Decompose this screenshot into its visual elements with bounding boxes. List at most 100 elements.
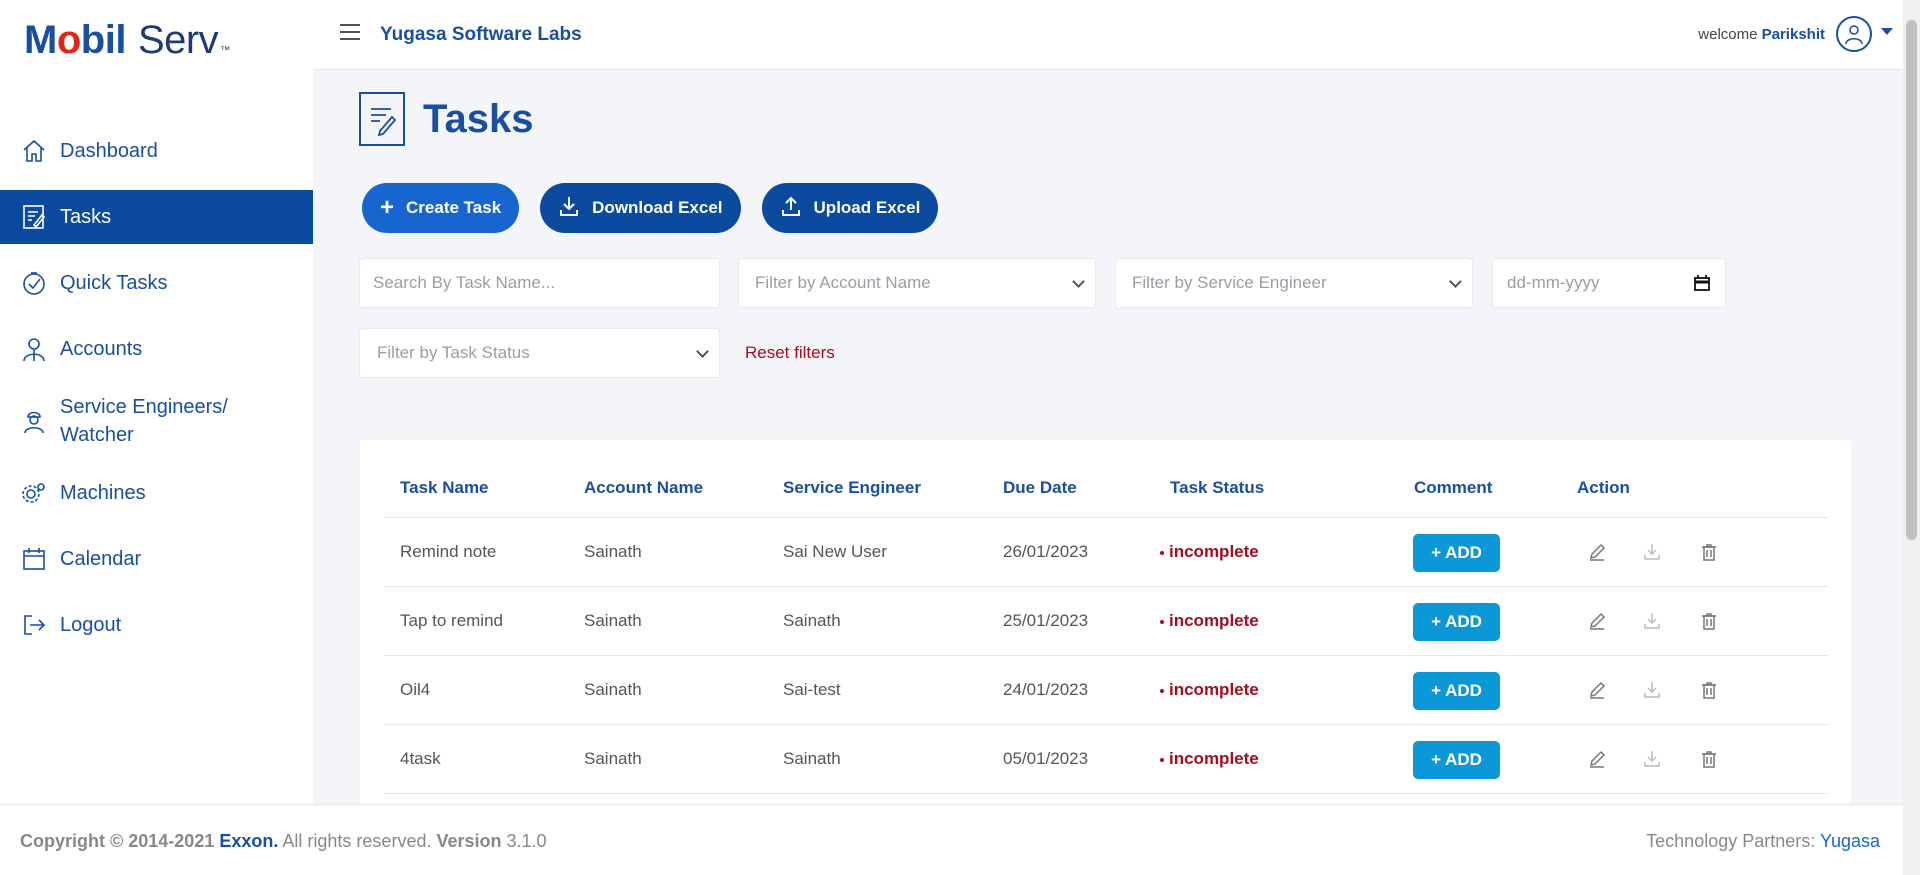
download-icon[interactable]: [1641, 541, 1663, 563]
sidebar-item-calendar[interactable]: Calendar: [0, 532, 313, 586]
sidebar-item-service-engineers[interactable]: Service Engineers/Watcher: [0, 388, 313, 454]
engineer-cell: Sai-test: [783, 680, 841, 699]
column-header-task-name[interactable]: Task Name: [400, 478, 489, 498]
column-header-due-date[interactable]: Due Date: [1003, 478, 1077, 498]
column-header-service-engineer[interactable]: Service Engineer: [783, 478, 921, 498]
partner-link[interactable]: Yugasa: [1820, 831, 1880, 851]
task-name-cell: Remind note: [400, 542, 497, 561]
download-excel-label: Download Excel: [592, 198, 723, 217]
table-row: 4task Sainath Sainath 05/01/2023 incompl…: [384, 725, 1828, 794]
add-comment-button[interactable]: + ADD: [1413, 741, 1500, 779]
add-comment-button[interactable]: + ADD: [1413, 534, 1500, 572]
footer-copyright: Copyright © 2014-2021 Exxon. All rights …: [20, 831, 547, 852]
logo-letter-m: M: [24, 18, 57, 62]
download-icon[interactable]: [1641, 679, 1663, 701]
create-task-button[interactable]: + Create Task: [362, 183, 520, 233]
user-avatar-icon[interactable]: [1836, 16, 1872, 52]
user-menu-caret-icon[interactable]: [1881, 28, 1893, 35]
status-text: incomplete: [1169, 611, 1259, 630]
column-header-comment: Comment: [1414, 478, 1493, 497]
status-dot: [1160, 757, 1164, 762]
column-header-account-name[interactable]: Account Name: [584, 478, 703, 498]
machines-icon: [20, 479, 48, 507]
download-icon: [558, 195, 580, 222]
account-name-cell: Sainath: [584, 680, 642, 699]
account-filter-select[interactable]: Filter by Account Name: [738, 258, 1096, 308]
calendar-icon: [20, 545, 48, 573]
reset-filters-link[interactable]: Reset filters: [745, 343, 835, 363]
status-badge: incomplete: [1160, 680, 1259, 700]
edit-icon[interactable]: [1586, 748, 1608, 770]
delete-icon[interactable]: [1698, 610, 1720, 632]
edit-icon[interactable]: [1586, 610, 1608, 632]
table-header: Task Name Account Name Service Engineer …: [384, 478, 1828, 518]
sidebar-item-accounts[interactable]: Accounts: [0, 322, 313, 376]
download-icon[interactable]: [1641, 610, 1663, 632]
logo-tm: ™: [220, 45, 230, 56]
column-header-action: Action: [1577, 478, 1630, 497]
chevron-down-icon: [696, 345, 709, 358]
home-icon: [20, 137, 48, 165]
sidebar-item-label: Logout: [60, 614, 122, 636]
due-date-cell: 25/01/2023: [1003, 611, 1089, 630]
edit-icon[interactable]: [1586, 679, 1608, 701]
search-placeholder: Search By Task Name...: [373, 273, 556, 292]
delete-icon[interactable]: [1698, 679, 1720, 701]
sidebar-item-logout[interactable]: Logout: [0, 598, 313, 652]
copyright-text: Copyright © 2014-2021: [20, 831, 215, 851]
due-date-cell: 24/01/2023: [1003, 680, 1089, 699]
table-row: Oil4 Sainath Sai-test 24/01/2023 incompl…: [384, 656, 1828, 725]
account-name-cell: Sainath: [584, 611, 642, 630]
page-title: Tasks: [423, 96, 534, 141]
sidebar-item-tasks[interactable]: Tasks: [0, 190, 313, 244]
sidebar-item-label: Tasks: [60, 206, 112, 228]
add-comment-button[interactable]: + ADD: [1413, 603, 1500, 641]
upload-excel-button[interactable]: Upload Excel: [761, 183, 939, 233]
download-excel-button[interactable]: Download Excel: [540, 183, 741, 233]
footer-brand-link[interactable]: Exxon.: [219, 831, 278, 851]
sidebar-nav: Dashboard Tasks Quick Tasks Accounts Ser…: [0, 124, 313, 664]
logout-icon: [20, 611, 48, 639]
tasks-table-card: Task Name Account Name Service Engineer …: [360, 440, 1851, 804]
page-scrollbar[interactable]: [1903, 0, 1920, 875]
status-text: incomplete: [1169, 749, 1259, 768]
table-row: Tap to remind Sainath Sainath 25/01/2023…: [384, 587, 1828, 656]
engineer-filter-select[interactable]: Filter by Service Engineer: [1115, 258, 1473, 308]
logo-letters-bil: bil: [80, 18, 127, 62]
scrollbar-thumb[interactable]: [1906, 20, 1917, 540]
welcome-prefix: welcome: [1698, 26, 1758, 43]
due-date-input[interactable]: dd-mm-yyyy: [1492, 258, 1726, 308]
edit-icon[interactable]: [1586, 541, 1608, 563]
partners-text: Technology Partners:: [1646, 831, 1816, 851]
search-input[interactable]: Search By Task Name...: [359, 258, 720, 308]
delete-icon[interactable]: [1698, 748, 1720, 770]
status-filter-select[interactable]: Filter by Task Status: [359, 328, 720, 378]
sidebar-item-quick-tasks[interactable]: Quick Tasks: [0, 256, 313, 310]
logo-serv: Serv: [137, 18, 219, 62]
engineer-cell: Sainath: [783, 611, 841, 630]
sidebar-item-dashboard[interactable]: Dashboard: [0, 124, 313, 178]
delete-icon[interactable]: [1698, 541, 1720, 563]
column-header-task-status[interactable]: Task Status: [1170, 478, 1264, 498]
chevron-down-icon: [1449, 275, 1462, 288]
table-row: Remind note Sainath Sai New User 26/01/2…: [384, 518, 1828, 587]
task-name-cell: Oil4: [400, 680, 431, 699]
due-date-cell: 05/01/2023: [1003, 749, 1089, 768]
status-filter-value: Filter by Task Status: [377, 343, 530, 362]
status-badge: incomplete: [1160, 749, 1259, 769]
menu-toggle-icon[interactable]: [340, 24, 360, 42]
create-task-label: Create Task: [406, 198, 502, 217]
status-text: incomplete: [1169, 680, 1259, 699]
welcome-text: welcome Parikshit: [1698, 26, 1825, 43]
top-header: Yugasa Software Labs welcome Parikshit: [313, 0, 1920, 70]
upload-excel-label: Upload Excel: [813, 198, 921, 217]
download-icon[interactable]: [1641, 748, 1663, 770]
logo[interactable]: Mobil Serv ™: [24, 18, 230, 68]
sidebar-item-machines[interactable]: Machines: [0, 466, 313, 520]
sidebar-item-label-line1: Service Engineers/: [60, 396, 228, 418]
status-dot: [1160, 619, 1164, 624]
engineer-cell: Sai New User: [783, 542, 887, 561]
calendar-picker-icon[interactable]: [1693, 274, 1711, 297]
version-label: Version: [436, 831, 502, 851]
add-comment-button[interactable]: + ADD: [1413, 672, 1500, 710]
